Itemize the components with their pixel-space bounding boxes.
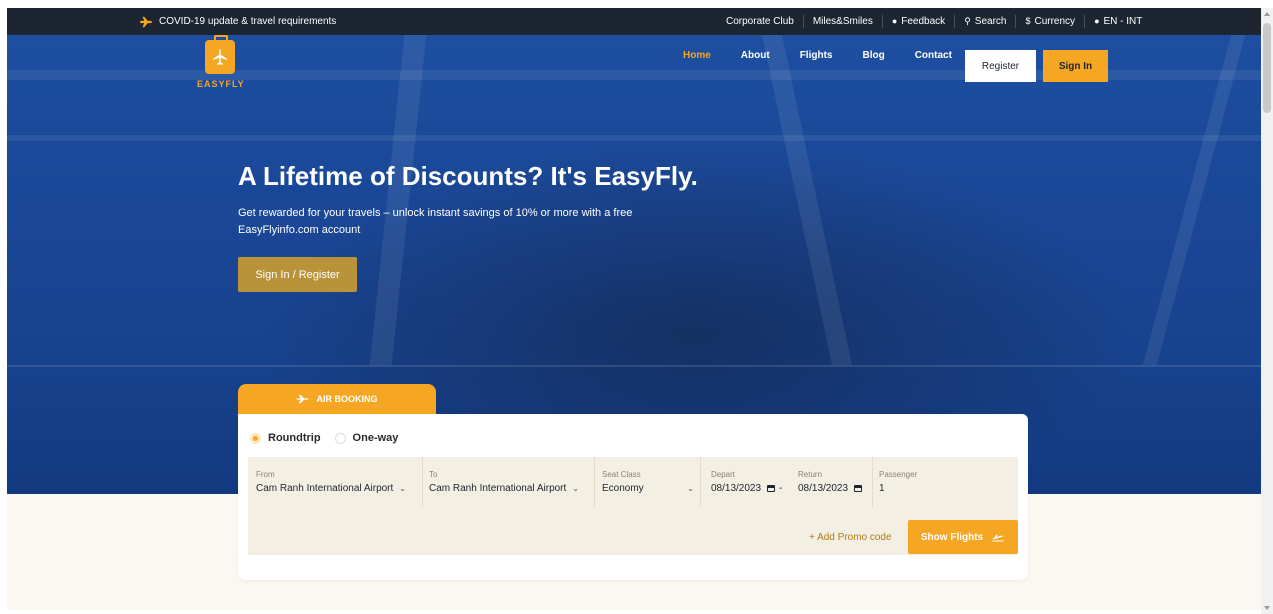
utility-bar: COVID-19 update & travel requirements Co… (7, 8, 1261, 35)
chevron-down-icon: ⌄ (572, 484, 579, 493)
booking-card: Roundtrip One-way From Cam Ranh Internat… (238, 414, 1028, 580)
miles-smiles-label: Miles&Smiles (812, 16, 873, 27)
field-divider (700, 457, 701, 507)
search-label: Search (974, 16, 1007, 27)
language-link[interactable]: ● EN - INT (1084, 15, 1151, 28)
calendar-icon[interactable] (854, 485, 863, 492)
window-pillar (1142, 35, 1246, 365)
plane-icon (213, 49, 227, 65)
scroll-thumb[interactable] (1263, 23, 1271, 113)
window-pillar (369, 35, 427, 365)
chat-icon: ● (891, 16, 898, 26)
chevron-down-icon: ⌄ (687, 484, 694, 493)
dollar-icon: $ (1025, 16, 1031, 26)
show-flights-button[interactable]: Show Flights (908, 520, 1018, 554)
show-flights-label: Show Flights (920, 531, 984, 543)
suitcase-icon (205, 35, 235, 74)
one-way-radio[interactable] (334, 432, 346, 444)
to-select[interactable]: To Cam Ranh International Airport ⌄ (421, 457, 595, 507)
page-scrollbar[interactable] (1261, 8, 1273, 614)
seat-class-label: Seat Class (602, 470, 641, 479)
currency-link[interactable]: $ Currency (1015, 15, 1084, 28)
return-label: Return (798, 470, 823, 479)
passenger-label: Passenger (879, 470, 918, 479)
to-value: Cam Ranh International Airport (429, 483, 567, 494)
plane-icon (297, 394, 310, 404)
passenger-value: 1 (879, 483, 885, 494)
date-separator: - (771, 457, 791, 507)
feedback-label: Feedback (901, 16, 946, 27)
nav-home[interactable]: Home (683, 50, 711, 61)
search-icon: ⚲ (964, 16, 971, 26)
sign-in-button[interactable]: Sign In (1043, 50, 1108, 82)
corporate-club-label: Corporate Club (726, 16, 794, 27)
seat-class-value: Economy (602, 483, 644, 494)
search-link[interactable]: ⚲ Search (954, 15, 1015, 28)
globe-icon: ● (1094, 16, 1100, 26)
main-nav: Home About Flights Blog Contact (683, 50, 982, 61)
seat-class-select[interactable]: Seat Class Economy ⌄ (594, 457, 700, 507)
roundtrip-radio[interactable] (250, 432, 261, 444)
scroll-up-arrow[interactable] (1264, 12, 1270, 16)
hero-title: A Lifetime of Discounts? It's EasyFly. (238, 161, 698, 191)
corporate-club-link[interactable]: Corporate Club (717, 15, 803, 28)
add-promo-code-link[interactable]: + Add Promo code (809, 532, 892, 543)
window-frame (7, 135, 1261, 141)
plane-takeoff-icon (992, 534, 1004, 542)
depart-date-input[interactable]: Depart 08/13/2023 (703, 457, 779, 507)
covid-notice-link[interactable]: COVID-19 update & travel requirements (139, 16, 336, 28)
tab-air-booking-label: AIR BOOKING (316, 394, 378, 404)
easyfly-logo[interactable]: EASYFLY (197, 35, 245, 89)
return-value: 08/13/2023 (798, 483, 849, 494)
trip-type-group: Roundtrip One-way (250, 432, 412, 444)
depart-label: Depart (711, 470, 736, 479)
roundtrip-option[interactable]: Roundtrip (250, 432, 321, 444)
plane-icon (140, 16, 152, 27)
booking-fields: From Cam Ranh International Airport ⌄ To… (248, 457, 1018, 555)
currency-label: Currency (1034, 16, 1076, 27)
return-date-input[interactable]: Return 08/13/2023 (790, 457, 875, 507)
nav-flights[interactable]: Flights (800, 50, 833, 61)
chevron-down-icon: ⌄ (399, 484, 406, 493)
register-button[interactable]: Register (965, 50, 1036, 82)
nav-blog[interactable]: Blog (862, 50, 884, 61)
passenger-input[interactable]: Passenger 1 (871, 457, 991, 507)
one-way-label: One-way (352, 432, 399, 444)
from-select[interactable]: From Cam Ranh International Airport ⌄ (248, 457, 422, 507)
nav-about[interactable]: About (741, 50, 770, 61)
sign-in-register-button[interactable]: Sign In / Register (238, 257, 357, 292)
to-label: To (429, 470, 438, 479)
from-value: Cam Ranh International Airport (256, 483, 394, 494)
brand-name: EASYFLY (197, 79, 245, 89)
nav-contact[interactable]: Contact (915, 50, 952, 61)
roundtrip-label: Roundtrip (268, 432, 321, 444)
one-way-option[interactable]: One-way (334, 432, 399, 444)
tab-air-booking[interactable]: AIR BOOKING (238, 384, 436, 414)
covid-notice-text: COVID-19 update & travel requirements (159, 16, 337, 27)
depart-value: 08/13/2023 (711, 483, 762, 494)
top-links: Corporate Club Miles&Smiles ● Feedback ⚲… (717, 8, 1151, 35)
language-label: EN - INT (1103, 16, 1143, 27)
scroll-down-arrow[interactable] (1264, 606, 1270, 610)
window-pillar (761, 35, 853, 365)
from-label: From (256, 470, 275, 479)
hero-subtitle: Get rewarded for your travels – unlock i… (238, 207, 633, 236)
horizon-line (7, 365, 1261, 367)
feedback-link[interactable]: ● Feedback (881, 15, 954, 28)
miles-smiles-link[interactable]: Miles&Smiles (802, 15, 882, 28)
